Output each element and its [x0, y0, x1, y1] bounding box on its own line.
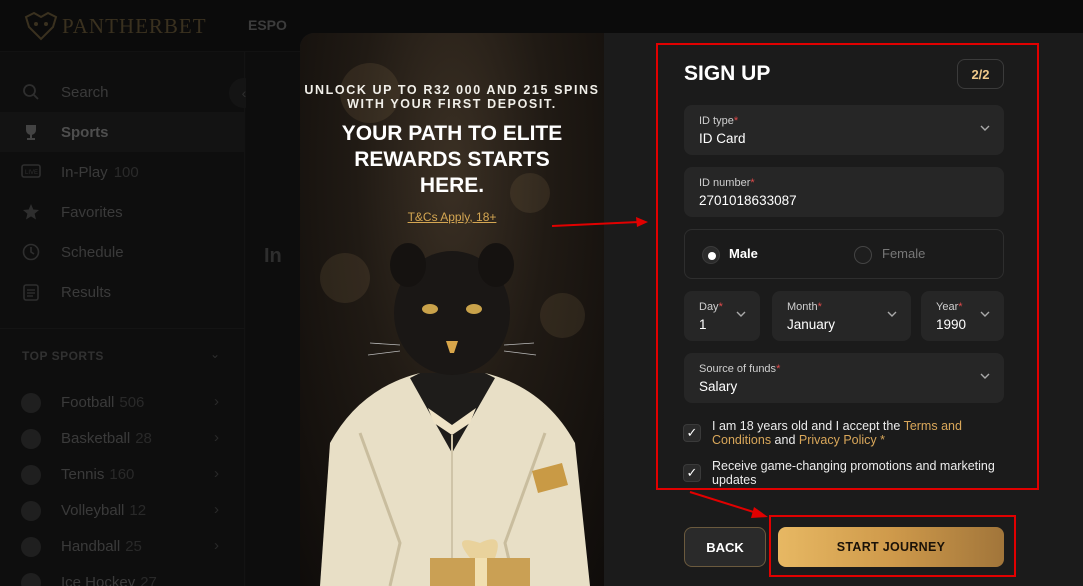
promo-panel: UNLOCK UP TO R32 000 AND 215 SPINS WITH …: [300, 33, 604, 586]
annotation-arrow-right: [552, 217, 648, 227]
annotation-arrow-down: [689, 491, 768, 518]
panther-illustration: [320, 243, 590, 586]
promo-title: YOUR PATH TO ELITE REWARDS STARTS HERE.: [341, 122, 563, 197]
annotation-form-highlight: [656, 43, 1039, 490]
promo-subtitle: UNLOCK UP TO R32 000 AND 215 SPINS WITH …: [304, 83, 600, 111]
annotation-button-highlight: [769, 515, 1016, 577]
back-button[interactable]: BACK: [684, 527, 766, 567]
